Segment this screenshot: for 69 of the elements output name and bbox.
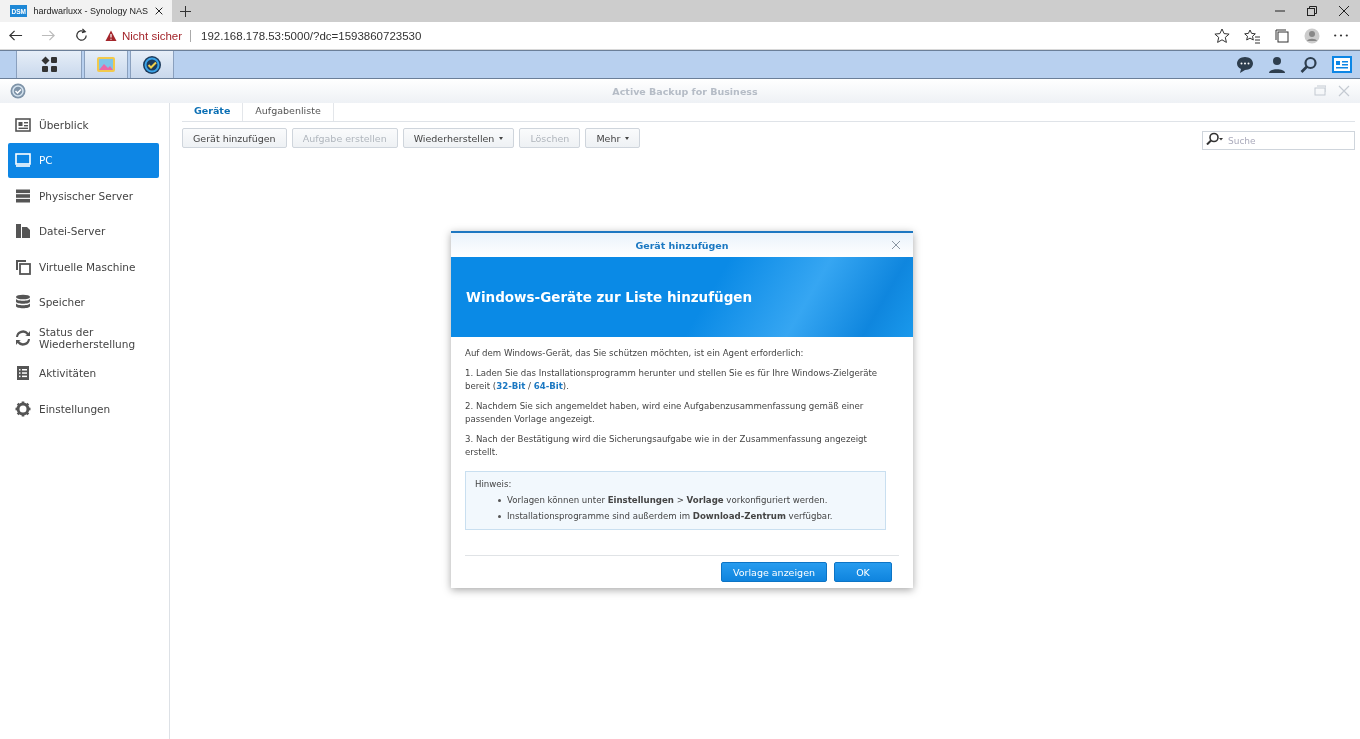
close-icon <box>1338 85 1350 97</box>
close-icon <box>891 240 901 250</box>
toolbar-button[interactable]: Wiederherstellen <box>402 128 515 148</box>
list-document-icon <box>15 365 31 382</box>
widget-card-icon <box>1332 55 1352 74</box>
window-title: Active Backup for Business <box>611 85 759 97</box>
search-icon <box>1206 131 1223 145</box>
sidebar-item[interactable]: PC <box>8 142 159 178</box>
note-text: Installationsprogramme sind außerdem im Download-Zentrum verfügbar. <box>507 510 833 523</box>
bullet-icon <box>498 515 501 518</box>
back-arrow-icon <box>8 28 23 43</box>
app-logo-icon <box>10 83 26 99</box>
server-rack-icon <box>15 187 31 204</box>
main-menu-button[interactable] <box>16 51 82 78</box>
star-icon <box>1214 27 1230 44</box>
backup-app-icon <box>142 54 162 75</box>
dialog-title: Gerät hinzufügen <box>635 239 729 251</box>
toolbar-button[interactable]: Mehr <box>585 128 641 148</box>
photo-app-icon <box>96 55 116 74</box>
forward-arrow-icon <box>41 28 56 43</box>
step-text: 1. Laden Sie das Installationsprogramm herunter und stellen Sie es für Ihre Windows-Zielgeräte bereit (32-Bit / 64-Bit). <box>465 367 879 393</box>
refresh-arrows-icon <box>15 329 31 346</box>
security-warning: Nicht sicher <box>105 29 192 42</box>
chat-bubble-icon <box>1236 55 1254 74</box>
sidebar-item[interactable]: Einstellungen <box>8 391 159 427</box>
close-icon <box>1339 6 1349 16</box>
banner-heading: Windows-Geräte zur Liste hinzufügen <box>466 289 753 305</box>
sidebar-item[interactable]: Überblick <box>8 107 159 143</box>
sidebar-item[interactable]: Physischer Server <box>8 178 159 214</box>
download-link[interactable]: 32-Bit <box>496 381 526 391</box>
monitor-icon <box>15 152 31 169</box>
toolbar-button[interactable]: Gerät hinzufügen <box>182 128 287 148</box>
close-icon <box>154 6 164 16</box>
database-icon <box>15 294 31 311</box>
file-server-icon <box>15 223 31 240</box>
sidebar-item[interactable]: Datei-Server <box>8 213 159 249</box>
user-icon <box>1268 55 1286 74</box>
sidebar-item[interactable]: Status der Wiederherstellung <box>8 320 159 356</box>
overview-card-icon <box>15 116 31 133</box>
tab[interactable]: Aufgabenliste <box>243 99 334 121</box>
new-tab-plus-icon <box>180 5 191 17</box>
maximize-icon <box>1314 85 1326 97</box>
more-dots-icon <box>1334 34 1348 37</box>
sidebar-item[interactable]: Speicher <box>8 284 159 320</box>
grid-icon <box>40 56 58 73</box>
search-icon <box>1300 55 1318 74</box>
step-text: 3. Nach der Bestätigung wird die Sicherungsaufgabe wie in der Zusammenfassung angezeigt erstellt. <box>465 433 868 459</box>
warning-triangle-icon <box>105 29 117 42</box>
search-field[interactable]: Suche <box>1202 131 1355 150</box>
bullet-icon <box>498 499 501 502</box>
sidebar-item[interactable]: Virtuelle Maschine <box>8 249 159 285</box>
overlapping-squares-icon <box>15 258 31 275</box>
address-field[interactable]: Nicht sicher 192.168.178.53:5000/?dc=1593860723530 <box>99 22 428 49</box>
restore-icon <box>1307 6 1317 16</box>
sidebar-item[interactable]: Aktivitäten <box>8 355 159 391</box>
dialog-button[interactable]: Vorlage anzeigen <box>720 562 827 582</box>
profile-icon <box>1304 27 1320 44</box>
collections-icon <box>1274 27 1290 44</box>
intro-text: Auf dem Windows-Gerät, das Sie schützen möchten, ist ein Agent erforderlich: <box>465 347 805 360</box>
note-text: Vorlagen können unter Einstellungen > Vorlage vorkonfiguriert werden. <box>507 494 828 507</box>
reload-icon <box>74 28 89 43</box>
taskbar-app-button[interactable] <box>130 51 174 78</box>
download-link[interactable]: 64-Bit <box>533 381 563 391</box>
gear-icon <box>15 400 31 417</box>
tab-title: hardwarluxx - Synology NAS <box>33 6 148 16</box>
favorites-icon <box>1244 27 1260 44</box>
note-title: Hinweis: <box>475 478 513 491</box>
step-text: 2. Nachdem Sie sich angemeldet haben, wird eine Aufgabenzusammenfassung gemäß einer passenden Vorlage angezeigt. <box>465 400 865 426</box>
tab[interactable]: Geräte <box>182 99 244 121</box>
